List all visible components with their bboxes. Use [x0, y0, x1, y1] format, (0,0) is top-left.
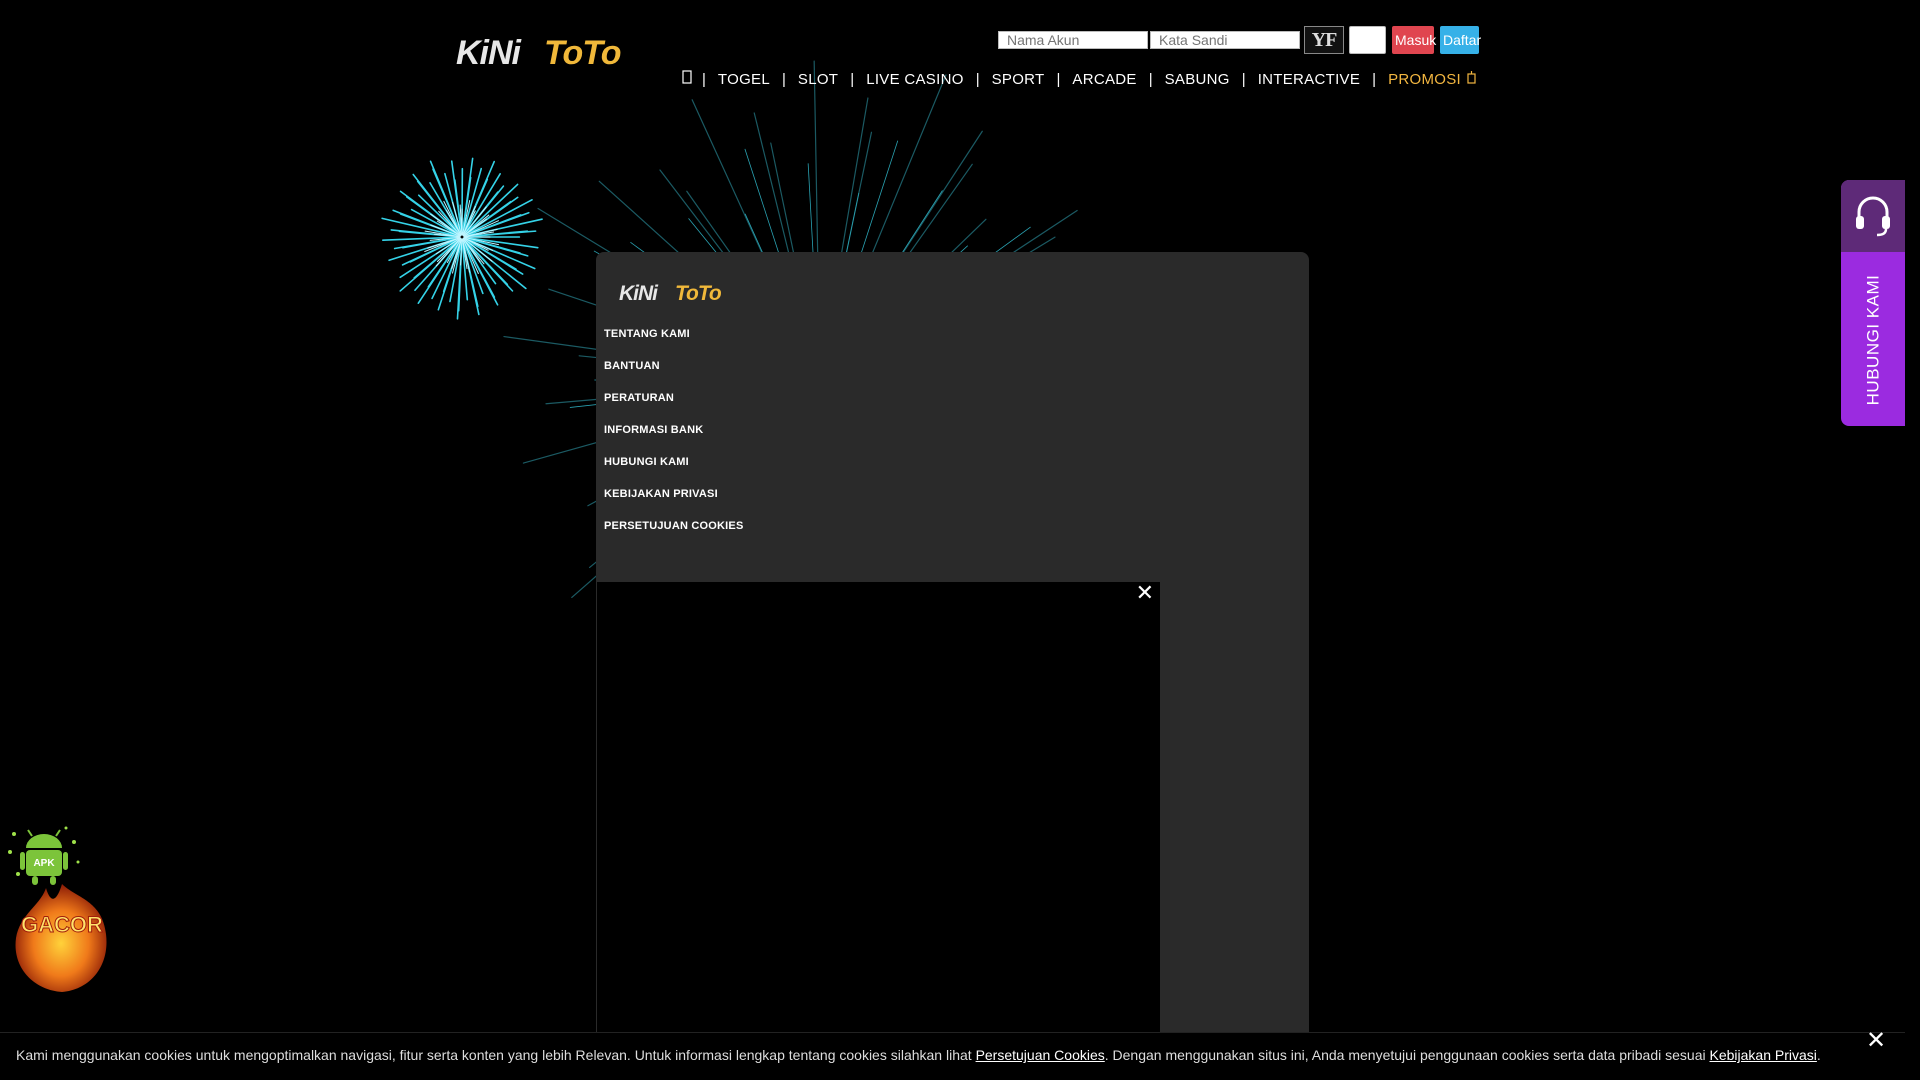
kinitoto-logo[interactable]: KiNi ToTo [454, 32, 684, 72]
register-button[interactable]: Daftar [1440, 26, 1481, 54]
login-form: YF Masuk Daftar [998, 26, 1481, 54]
footer-links: TENTANG KAMI BANTUAN PERATURAN INFORMASI… [604, 328, 744, 552]
link-tentang-kami[interactable]: TENTANG KAMI [604, 328, 744, 360]
svg-text:KiNi: KiNi [619, 282, 659, 305]
nav-interactive[interactable]: INTERACTIVE [1246, 71, 1372, 88]
scrollbar[interactable] [1905, 0, 1920, 1080]
svg-text:ToTo: ToTo [675, 282, 722, 305]
link-bantuan[interactable]: BANTUAN [604, 360, 744, 392]
gift-icon[interactable] [1467, 71, 1476, 87]
apk-download-icon[interactable]: APK [4, 822, 84, 888]
captcha-input[interactable] [1349, 26, 1386, 54]
cookie-consent-link[interactable]: Persetujuan Cookies [976, 1047, 1105, 1063]
nav-slot[interactable]: SLOT [786, 71, 850, 88]
nav-sabung[interactable]: SABUNG [1153, 71, 1242, 88]
home-icon[interactable] [680, 70, 702, 88]
cookie-banner: Kami menggunakan cookies untuk mengoptim… [0, 1032, 1920, 1080]
close-icon[interactable]: ✕ [1136, 582, 1154, 604]
link-persetujuan-cookies[interactable]: PERSETUJUAN COOKIES [604, 520, 744, 552]
svg-text:APK: APK [33, 858, 55, 869]
nav-promosi[interactable]: PROMOSI [1376, 71, 1467, 88]
nav-arcade[interactable]: ARCADE [1060, 71, 1148, 88]
contact-widget[interactable]: HUBUNGI KAMI [1841, 180, 1905, 426]
contact-label[interactable]: HUBUNGI KAMI [1863, 275, 1883, 406]
nav-togel[interactable]: TOGEL [706, 71, 782, 88]
panel-logo: KiNi ToTo [619, 282, 723, 305]
captcha-image: YF [1304, 26, 1344, 54]
privacy-policy-link[interactable]: Kebijakan Privasi [1710, 1047, 1817, 1063]
nav-sport[interactable]: SPORT [980, 71, 1057, 88]
main-nav: | TOGEL | SLOT | LIVE CASINO | SPORT | A… [680, 70, 1476, 88]
svg-text:ToTo: ToTo [544, 34, 621, 72]
link-kebijakan-privasi[interactable]: KEBIJAKAN PRIVASI [604, 488, 744, 520]
svg-text:KiNi: KiNi [456, 34, 523, 72]
username-input[interactable] [998, 31, 1148, 49]
svg-text:GACOR: GACOR [21, 912, 103, 937]
link-hubungi-kami[interactable]: HUBUNGI KAMI [604, 456, 744, 488]
link-peraturan[interactable]: PERATURAN [604, 392, 744, 424]
nav-live-casino[interactable]: LIVE CASINO [854, 71, 976, 88]
popup-modal: ✕ [597, 582, 1160, 1080]
close-icon[interactable]: ✕ [1866, 1026, 1886, 1055]
password-input[interactable] [1150, 31, 1300, 49]
login-button[interactable]: Masuk [1392, 26, 1436, 54]
cookie-text: Kami menggunakan cookies untuk mengoptim… [16, 1047, 1821, 1063]
headset-icon[interactable] [1841, 180, 1905, 252]
link-informasi-bank[interactable]: INFORMASI BANK [604, 424, 744, 456]
gacor-badge[interactable]: GACOR [6, 880, 118, 998]
